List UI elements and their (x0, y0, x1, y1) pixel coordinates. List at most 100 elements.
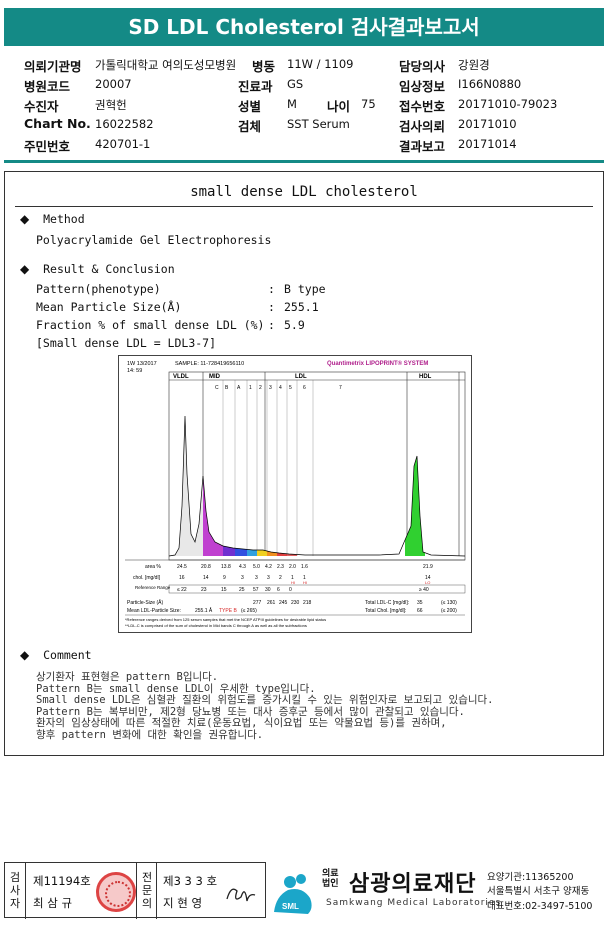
fraction-fill (267, 551, 277, 556)
flag-value: LO (425, 580, 430, 585)
total-ldl-ref: (≤ 130) (441, 600, 457, 606)
chol-value: 14 (203, 575, 209, 581)
colon: : (268, 300, 275, 314)
hospital-code-value: 20007 (95, 77, 132, 91)
examiner-vertical-label: 검사자 (9, 871, 21, 910)
band-hdl: HDL (419, 374, 432, 380)
ref-value: 57 (253, 587, 259, 593)
sub-band-label: 1 (249, 385, 252, 391)
chart-brand: Quantimetrix LIPOPRINT® SYSTEM (327, 360, 428, 367)
chart-sample: SAMPLE: 11-728419656110 (175, 361, 244, 367)
report-date-value: 20171014 (458, 137, 517, 151)
sub-band-label: 3 (269, 385, 272, 391)
specialist-name: 지 현 영 (163, 896, 203, 910)
id-label: 주민번호 (24, 139, 71, 154)
chol-value: 3 (267, 575, 270, 581)
specialist-license: 제3 3 3 호 (163, 874, 218, 888)
hospital-code-label: 병원코드 (24, 79, 71, 94)
ref-values-row: ≤ 22 23 15 25 57 30 6 0 ≥ 40 (177, 587, 429, 593)
ward-label: 병동 (252, 59, 276, 74)
band-mid: MID (209, 374, 221, 380)
type-ref: (≤ 265) (241, 608, 257, 614)
request-value: 20171010 (458, 117, 517, 131)
ref-value: ≤ 22 (177, 587, 187, 593)
result-heading: Result & Conclusion (43, 262, 175, 276)
id-value: 420701-1 (95, 137, 151, 151)
area-value: 24.5 (177, 564, 187, 570)
institution-label: 의뢰기관명 (24, 59, 82, 74)
area-value: 4.3 (239, 564, 246, 570)
comment-heading-row: ◆ Comment (20, 648, 92, 662)
particle-value: 245 (279, 600, 288, 606)
specimen-value: SST Serum (287, 117, 350, 131)
area-values-row: 24.5 20.8 13.8 4.3 5.0 4.2 2.3 2.0 1.6 21.9 (177, 564, 433, 570)
pattern-label: Pattern(phenotype) (36, 282, 161, 296)
chol-value: 3 (255, 575, 258, 581)
flag-row: HI HI LO (291, 580, 430, 585)
dept-label: 진료과 (238, 79, 273, 94)
section-title-underline (15, 206, 593, 207)
examiner-license: 제11194호 (33, 874, 91, 888)
org-code: 요양기관:11365200 (487, 872, 574, 883)
total-chol-value: 66 (417, 608, 423, 614)
ref-value: 15 (221, 587, 227, 593)
area-value: 21.9 (423, 564, 433, 570)
particle-size-label: Mean Particle Size(Å) (36, 300, 182, 314)
comment-line: 환자의 임상상태에 따른 적절한 치료(운동요법, 식이요법 또는 약물요법 등… (36, 717, 447, 729)
org-legal-type: 의료법인 (322, 869, 339, 889)
particle-size-value: 255.1 (284, 300, 319, 314)
ref-value: 23 (201, 587, 207, 593)
band-vldl: VLDL (173, 374, 189, 380)
report-date-label: 결과보고 (399, 139, 446, 154)
clinical-value: I166N0880 (458, 77, 522, 91)
clinical-label: 임상정보 (399, 79, 446, 94)
sub-band-labels: CB A 1 2 3 4 5 6 7 (215, 385, 342, 391)
footnote-1: *Reference ranges derived from 125 serum… (125, 617, 326, 622)
method-heading-row: ◆ Method (20, 212, 85, 226)
ref-value: ≥ 40 (419, 587, 429, 593)
total-chol-label: Total Chol. [mg/dl]: (365, 608, 406, 614)
method-value: Polyacrylamide Gel Electrophoresis (36, 233, 272, 247)
chart-no-value: 16022582 (95, 117, 154, 131)
method-heading: Method (43, 212, 85, 226)
type-value: TYPE B (219, 608, 237, 614)
diamond-bullet-icon: ◆ (20, 648, 30, 662)
sub-band-label: B (225, 385, 229, 391)
result-heading-row: ◆ Result & Conclusion (20, 262, 175, 276)
comment-heading: Comment (43, 648, 92, 662)
area-value: 4.2 (265, 564, 272, 570)
lipoprint-svg: 1W 13/2017 14: 59 SAMPLE: 11-72841965611… (125, 360, 466, 628)
org-phone: 대표번호:02-3497-5100 (487, 901, 593, 912)
chart-no-label: Chart No. (24, 116, 91, 131)
sub-band-label: 7 (339, 385, 342, 391)
seal-stamp-icon (96, 872, 136, 912)
ref-value: 6 (277, 587, 280, 593)
ref-label: Reference Range (135, 585, 171, 590)
specialist-vertical-label: 전문의 (141, 871, 153, 910)
flag-value: HI (303, 580, 307, 585)
particle-value: 230 (291, 600, 300, 606)
specimen-label: 검체 (238, 119, 262, 134)
flag-value: HI (291, 580, 295, 585)
receipt-value: 20171010-79023 (458, 97, 558, 111)
sml-logo-icon: SML (274, 874, 312, 914)
dept-value: GS (287, 77, 304, 91)
chart-date: 1W 13/2017 (127, 361, 157, 367)
comment-line: 향후 pattern 변화에 대한 확인을 권유합니다. (36, 728, 264, 741)
area-value: 1.6 (301, 564, 308, 570)
diamond-bullet-icon: ◆ (20, 262, 30, 276)
signature-box: 검사자 제11194호 최 삼 규 전문의 제3 3 3 호 지 현 영 (4, 862, 266, 919)
total-ldl-label: Total LDL-C [mg/dl]: (365, 600, 409, 606)
signature-icon (226, 888, 256, 902)
sub-band-label: 5 (289, 385, 292, 391)
footer: 검사자 제11194호 최 삼 규 전문의 제3 3 3 호 지 현 영 SML… (4, 862, 604, 924)
sub-band-label: A (237, 385, 241, 391)
sex-value: M (287, 97, 297, 111)
lipoprint-chart: 1W 13/2017 14: 59 SAMPLE: 11-72841965611… (118, 355, 472, 633)
particle-value: 277 (253, 600, 262, 606)
sub-band-label: 2 (259, 385, 262, 391)
ref-value: 25 (239, 587, 245, 593)
chol-value: 2 (279, 575, 282, 581)
request-label: 검사의뢰 (399, 119, 446, 134)
colon: : (268, 282, 275, 296)
